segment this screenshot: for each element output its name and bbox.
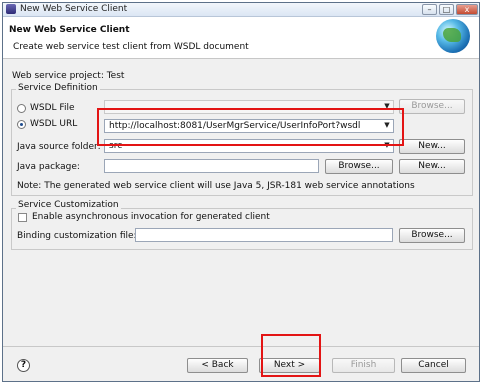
wizard-header: New Web Service Client Create web servic… bbox=[3, 17, 479, 59]
minimize-icon[interactable]: – bbox=[422, 4, 437, 15]
wsdl-file-radio[interactable] bbox=[17, 104, 26, 113]
binding-file-label: Binding customization file: bbox=[17, 231, 137, 241]
globe-icon bbox=[436, 19, 470, 53]
binding-file-input[interactable] bbox=[135, 228, 393, 242]
dialog-window: New Web Service Client – □ x New Web Ser… bbox=[2, 2, 480, 382]
finish-button[interactable]: Finish bbox=[332, 358, 395, 373]
async-label: Enable asynchronous invocation for gener… bbox=[32, 212, 270, 222]
wsdl-file-browse-button[interactable]: Browse... bbox=[399, 99, 465, 114]
footer-separator bbox=[3, 346, 479, 347]
back-button[interactable]: < Back bbox=[187, 358, 248, 373]
wsdl-file-label: WSDL File bbox=[30, 103, 75, 113]
java-package-new-button[interactable]: New... bbox=[399, 159, 465, 174]
wsdl-url-label: WSDL URL bbox=[30, 119, 78, 129]
next-button-highlight bbox=[261, 334, 321, 377]
source-folder-label: Java source folder: bbox=[17, 142, 101, 152]
page-description: Create web service test client from WSDL… bbox=[13, 42, 249, 52]
project-label: Web service project: Test bbox=[12, 71, 125, 81]
java-package-label: Java package: bbox=[17, 162, 80, 172]
wsdl-url-highlight bbox=[97, 108, 404, 146]
service-definition-label: Service Definition bbox=[16, 83, 100, 93]
app-icon bbox=[6, 4, 16, 14]
binding-browse-button[interactable]: Browse... bbox=[399, 228, 465, 243]
async-checkbox[interactable] bbox=[18, 213, 27, 222]
java-package-browse-button[interactable]: Browse... bbox=[325, 159, 393, 174]
java-version-note: Note: The generated web service client w… bbox=[17, 181, 415, 191]
window-title: New Web Service Client bbox=[20, 4, 128, 14]
java-package-input[interactable] bbox=[104, 159, 319, 173]
cancel-button[interactable]: Cancel bbox=[401, 358, 466, 373]
title-bar: New Web Service Client – □ x bbox=[3, 3, 479, 17]
help-icon[interactable]: ? bbox=[17, 359, 30, 372]
source-folder-new-button[interactable]: New... bbox=[399, 139, 465, 154]
page-title: New Web Service Client bbox=[9, 25, 130, 35]
maximize-icon[interactable]: □ bbox=[439, 4, 454, 15]
wsdl-url-radio[interactable] bbox=[17, 120, 26, 129]
close-icon[interactable]: x bbox=[456, 4, 478, 15]
service-customization-label: Service Customization bbox=[16, 200, 121, 210]
